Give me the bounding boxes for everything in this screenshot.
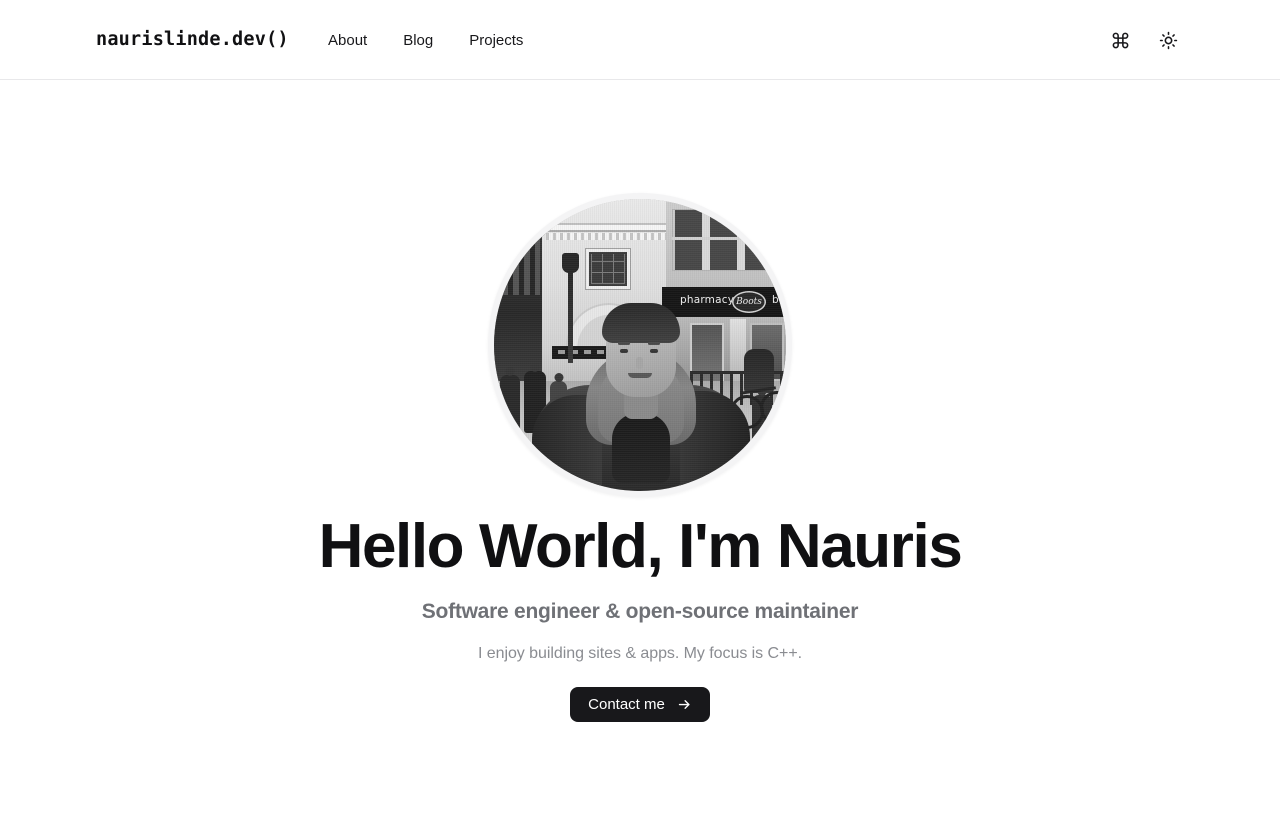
command-icon: [1111, 31, 1130, 50]
theme-toggle-button[interactable]: [1152, 24, 1184, 56]
photo-sign-boots: Boots: [732, 291, 766, 313]
command-palette-button[interactable]: [1104, 24, 1136, 56]
hero-subtitle: Software engineer & open-source maintain…: [421, 600, 859, 624]
arrow-right-icon: [677, 697, 692, 712]
avatar-photo: pharmacy Boots beau: [494, 199, 786, 491]
photo-sign-beauty: beau: [772, 294, 786, 306]
page-title: Hello World, I'm Nauris: [318, 512, 963, 581]
sun-icon: [1159, 31, 1178, 50]
contact-me-label: Contact me: [588, 696, 665, 714]
photo-sign-pharmacy: pharmacy: [680, 294, 735, 306]
photo-pedestrian: [500, 375, 520, 431]
nav-link-blog[interactable]: Blog: [403, 31, 433, 50]
contact-me-button[interactable]: Contact me: [570, 687, 710, 723]
header-actions: [1104, 24, 1184, 56]
main-nav: About Blog Projects: [328, 31, 523, 50]
hero-tagline: I enjoy building sites & apps. My focus …: [477, 645, 803, 663]
site-header: naurislinde.dev() About Blog Projects: [0, 0, 1280, 80]
photo-street-lamp: [562, 253, 579, 363]
hero-section: pharmacy Boots beau: [0, 80, 1280, 828]
nav-link-projects[interactable]: Projects: [469, 31, 523, 50]
avatar: pharmacy Boots beau: [488, 193, 792, 497]
nav-link-about[interactable]: About: [328, 31, 367, 50]
brand-logo[interactable]: naurislinde.dev(): [96, 29, 289, 50]
